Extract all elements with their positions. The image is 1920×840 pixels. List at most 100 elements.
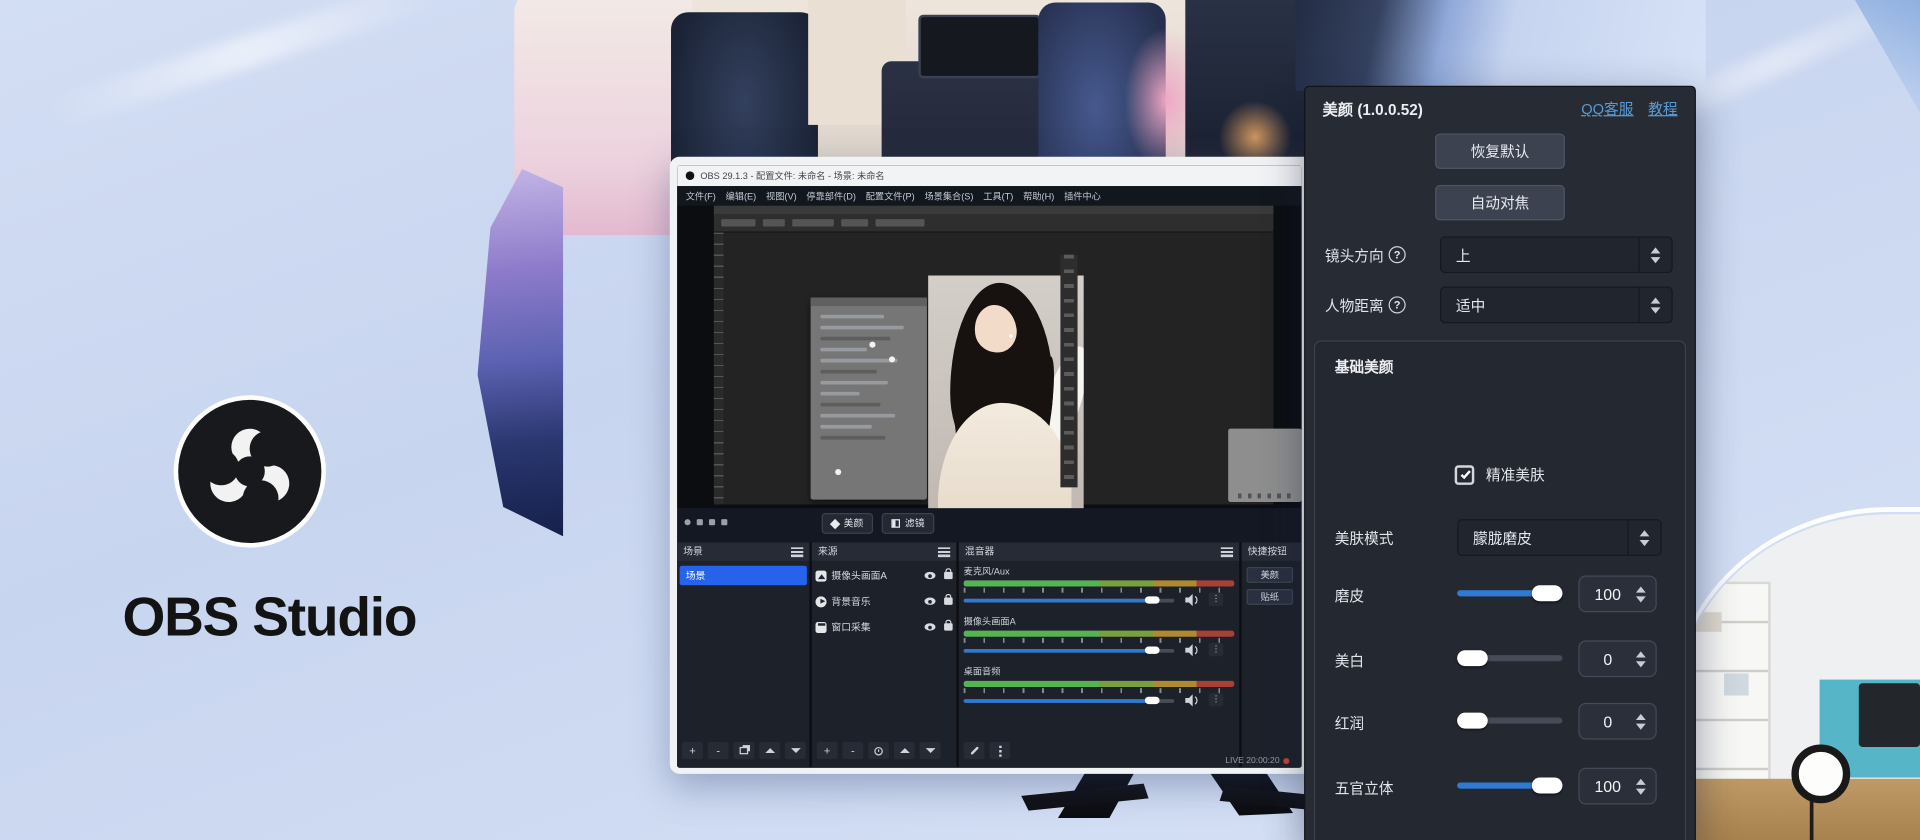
scene-move-up-button[interactable] [759, 742, 780, 759]
photo-edge-wedge [478, 169, 564, 536]
menu-tools[interactable]: 工具(T) [980, 188, 1017, 204]
basic-beauty-section: 基础美颜 精准美肤 美肤模式 朦胧磨皮 磨皮 100 [1314, 340, 1686, 840]
obs-preview-area [677, 206, 1301, 508]
filter-icon [891, 519, 900, 528]
mixer-more-button[interactable] [989, 742, 1010, 759]
face-3d-slider[interactable] [1457, 782, 1562, 788]
add-source-button[interactable]: + [817, 742, 838, 759]
lock-icon[interactable] [944, 572, 953, 579]
menu-help[interactable]: 帮助(H) [1019, 188, 1057, 204]
rosiness-slider[interactable] [1457, 718, 1562, 724]
obs-studio-wordmark: OBS Studio [49, 585, 490, 649]
autofocus-button[interactable]: 自动对焦 [1435, 185, 1565, 221]
mixer-dock-title: 混音器 [965, 545, 994, 558]
dock-menu-icon[interactable] [791, 547, 803, 557]
lock-icon[interactable] [944, 623, 953, 630]
menu-edit[interactable]: 编辑(E) [722, 188, 760, 204]
channel-options-button[interactable]: ⋮ [1209, 693, 1224, 706]
audio-mixer-dock: 混音器 麦克风/Aux ⋮ 摄像头画面A [959, 542, 1239, 767]
dock-menu-icon[interactable] [938, 547, 950, 557]
speaker-icon[interactable] [1184, 594, 1199, 606]
help-icon[interactable]: ? [1389, 246, 1406, 263]
mixer-channel-desktop: 桌面音频 ⋮ [964, 665, 1235, 705]
slider-thumb[interactable] [1457, 713, 1488, 729]
obs-app-icon [686, 171, 695, 180]
rosiness-slider-row: 红润 0 [1315, 703, 1685, 740]
source-move-down-button[interactable] [920, 742, 941, 759]
duplicate-scene-button[interactable] [733, 742, 754, 759]
source-row-music[interactable]: 背景音乐 [816, 591, 953, 611]
rosiness-value-spinner[interactable]: 0 [1578, 703, 1656, 740]
add-scene-button[interactable]: + [682, 742, 703, 759]
spinner-chevrons-icon[interactable] [1636, 586, 1646, 602]
channel-options-button[interactable]: ⋮ [1209, 593, 1224, 606]
lock-icon[interactable] [944, 598, 953, 605]
person-distance-select[interactable]: 适中 [1440, 287, 1673, 324]
qq-support-link[interactable]: QQ客服 [1581, 98, 1633, 119]
help-icon[interactable]: ? [1389, 296, 1406, 313]
menu-view[interactable]: 视图(V) [762, 188, 800, 204]
spinner-chevrons-icon[interactable] [1638, 288, 1671, 322]
source-properties-button[interactable] [868, 742, 889, 759]
source-row-camera[interactable]: 摄像头画面A [816, 566, 953, 586]
channel-options-button[interactable]: ⋮ [1209, 643, 1224, 656]
camera-direction-select[interactable]: 上 [1440, 236, 1673, 273]
beauty-filter-panel: 美颜 (1.0.0.52) QQ客服 教程 恢复默认 自动对焦 镜头方向 ? 上… [1304, 86, 1696, 840]
restore-defaults-button[interactable]: 恢复默认 [1435, 133, 1565, 169]
sources-dock: 来源 摄像头画面A 背景音乐 窗口采集 [812, 542, 956, 767]
spinner-chevrons-icon[interactable] [1636, 713, 1646, 729]
spinner-chevrons-icon[interactable] [1627, 520, 1660, 554]
visibility-eye-icon[interactable] [924, 572, 935, 579]
menu-scene-collection[interactable]: 场景集合(S) [921, 188, 977, 204]
mixer-edit-button[interactable] [964, 742, 985, 759]
spinner-chevrons-icon[interactable] [1636, 778, 1646, 794]
speaker-icon[interactable] [1184, 694, 1199, 706]
captured-app-sidebar [714, 233, 724, 505]
camera-image-icon [816, 570, 827, 581]
smoothing-value-spinner[interactable]: 100 [1578, 576, 1656, 613]
volume-slider-thumb[interactable] [1145, 647, 1160, 654]
ring-light [1791, 744, 1850, 803]
slider-thumb[interactable] [1457, 650, 1488, 666]
volume-slider-thumb[interactable] [1145, 697, 1160, 704]
scene-move-down-button[interactable] [785, 742, 806, 759]
menu-file[interactable]: 文件(F) [682, 188, 719, 204]
menu-docks[interactable]: 停靠部件(D) [803, 188, 860, 204]
preview-toolbar: 美颜 滤镜 [677, 508, 1301, 542]
slider-thumb[interactable] [1532, 585, 1563, 601]
volume-slider-thumb[interactable] [1145, 596, 1160, 603]
scene-list-item-selected[interactable]: 场景 [680, 566, 807, 586]
filter-chip-button[interactable]: 滤镜 [882, 513, 935, 534]
panel-title: 美颜 (1.0.0.52) [1322, 97, 1422, 120]
recording-dot-icon [1283, 758, 1289, 764]
source-row-window[interactable]: 窗口采集 [816, 617, 953, 637]
photo-band [1296, 0, 1706, 91]
whitening-value-spinner[interactable]: 0 [1578, 640, 1656, 677]
beauty-icon [830, 518, 840, 528]
studio-room-photo [1675, 514, 1920, 840]
menu-plugin-center[interactable]: 插件中心 [1060, 188, 1104, 204]
visibility-eye-icon[interactable] [924, 623, 935, 630]
spinner-chevrons-icon[interactable] [1636, 651, 1646, 667]
slider-thumb[interactable] [1532, 778, 1563, 794]
corner-photo-wedge [1827, 0, 1920, 113]
spinner-chevrons-icon[interactable] [1638, 238, 1671, 272]
visibility-eye-icon[interactable] [924, 598, 935, 605]
remove-source-button[interactable]: - [842, 742, 863, 759]
speaker-icon[interactable] [1184, 644, 1199, 656]
smoothing-slider[interactable] [1457, 590, 1562, 596]
quick-sticker-button[interactable]: 贴纸 [1247, 589, 1294, 605]
whitening-slider[interactable] [1457, 655, 1562, 661]
source-move-up-button[interactable] [894, 742, 915, 759]
skin-mode-select[interactable]: 朦胧磨皮 [1457, 519, 1661, 556]
precise-skin-checkbox[interactable] [1455, 465, 1475, 485]
captured-app-window [714, 206, 1274, 505]
remove-scene-button[interactable]: - [708, 742, 729, 759]
tutorial-link[interactable]: 教程 [1648, 98, 1677, 119]
quick-beauty-button[interactable]: 美颜 [1247, 567, 1294, 583]
beauty-chip-button[interactable]: 美颜 [822, 513, 873, 534]
audio-level-meter [964, 631, 1235, 637]
menu-profile[interactable]: 配置文件(P) [862, 188, 918, 204]
face-3d-value-spinner[interactable]: 100 [1578, 768, 1656, 805]
dock-menu-icon[interactable] [1221, 547, 1233, 557]
